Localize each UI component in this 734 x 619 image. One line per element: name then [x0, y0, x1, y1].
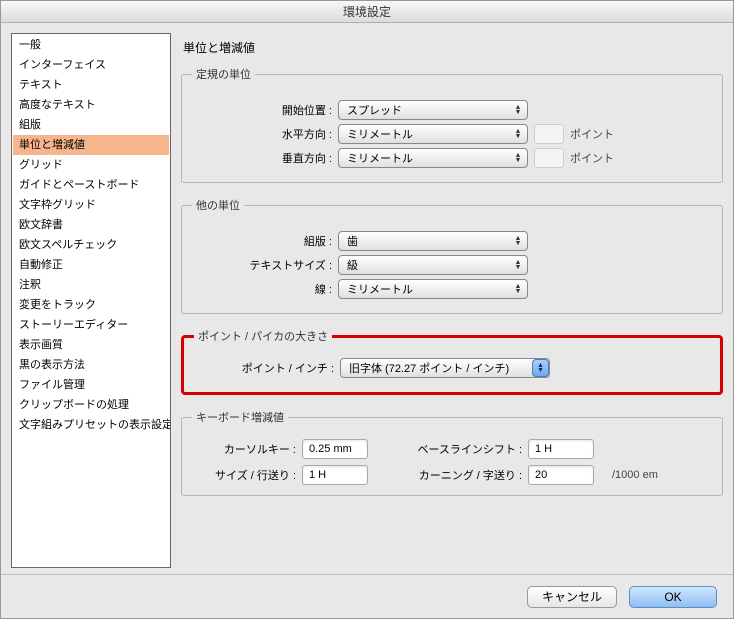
- textsize-label: テキストサイズ :: [192, 257, 332, 273]
- sidebar-item[interactable]: 組版: [13, 115, 169, 135]
- stroke-select[interactable]: ミリメートル ▲▼: [338, 279, 528, 299]
- keyboard-increments-group: キーボード増減値 カーソルキー : ベースラインシフト : サイズ / 行送り …: [181, 409, 723, 496]
- horizontal-points-input[interactable]: [534, 124, 564, 144]
- typesetting-label: 組版 :: [192, 233, 332, 249]
- origin-label: 開始位置 :: [192, 102, 332, 118]
- point-inch-select[interactable]: 旧字体 (72.27 ポイント / インチ) ▲▼: [340, 358, 550, 378]
- sidebar-item[interactable]: インターフェイス: [13, 55, 169, 75]
- sidebar-item[interactable]: ストーリーエディター: [13, 315, 169, 335]
- chevron-updown-icon: ▲▼: [511, 153, 525, 163]
- sidebar-item[interactable]: 文字枠グリッド: [13, 195, 169, 215]
- sidebar-item[interactable]: クリップボードの処理: [13, 395, 169, 415]
- sidebar-item[interactable]: 高度なテキスト: [13, 95, 169, 115]
- point-pica-group: ポイント / パイカの大きさ ポイント / インチ : 旧字体 (72.27 ポ…: [181, 328, 723, 395]
- stroke-label: 線 :: [192, 281, 332, 297]
- titlebar: 環境設定: [1, 1, 733, 23]
- horizontal-label: 水平方向 :: [192, 126, 332, 142]
- keyboard-increments-legend: キーボード増減値: [192, 409, 288, 425]
- sidebar-item[interactable]: テキスト: [13, 75, 169, 95]
- chevron-updown-icon: ▲▼: [511, 129, 525, 139]
- horizontal-select[interactable]: ミリメートル ▲▼: [338, 124, 528, 144]
- ruler-units-group: 定規の単位 開始位置 : スプレッド ▲▼ 水平方向 : ミリメートル ▲▼ ポ: [181, 66, 723, 183]
- sidebar-item[interactable]: 表示画質: [13, 335, 169, 355]
- panel-heading: 単位と増減値: [183, 39, 723, 56]
- size-leading-input[interactable]: [302, 465, 368, 485]
- vertical-suffix: ポイント: [570, 150, 614, 166]
- chevron-updown-icon: ▲▼: [532, 359, 549, 377]
- sidebar-item[interactable]: 欧文辞書: [13, 215, 169, 235]
- sidebar-item[interactable]: 一般: [13, 35, 169, 55]
- other-units-legend: 他の単位: [192, 197, 244, 213]
- chevron-updown-icon: ▲▼: [511, 260, 525, 270]
- sidebar-item[interactable]: 自動修正: [13, 255, 169, 275]
- sidebar-item[interactable]: ガイドとペーストボード: [13, 175, 169, 195]
- sidebar-item[interactable]: 変更をトラック: [13, 295, 169, 315]
- origin-select[interactable]: スプレッド ▲▼: [338, 100, 528, 120]
- sidebar-item[interactable]: ファイル管理: [13, 375, 169, 395]
- preferences-window: 環境設定 一般インターフェイステキスト高度なテキスト組版単位と増減値グリッドガイ…: [0, 0, 734, 619]
- typesetting-select[interactable]: 歯 ▲▼: [338, 231, 528, 251]
- cancel-button[interactable]: キャンセル: [527, 586, 617, 608]
- sidebar-item[interactable]: グリッド: [13, 155, 169, 175]
- ok-button[interactable]: OK: [629, 586, 717, 608]
- cursor-key-input[interactable]: [302, 439, 368, 459]
- vertical-label: 垂直方向 :: [192, 150, 332, 166]
- window-body: 一般インターフェイステキスト高度なテキスト組版単位と増減値グリッドガイドとペース…: [1, 23, 733, 574]
- size-leading-label: サイズ / 行送り :: [192, 467, 302, 483]
- dialog-footer: キャンセル OK: [1, 574, 733, 618]
- vertical-points-input[interactable]: [534, 148, 564, 168]
- settings-panel: 単位と増減値 定規の単位 開始位置 : スプレッド ▲▼ 水平方向 : ミリメー…: [181, 33, 723, 568]
- category-sidebar: 一般インターフェイステキスト高度なテキスト組版単位と増減値グリッドガイドとペース…: [11, 33, 171, 568]
- kerning-unit: /1000 em: [608, 469, 712, 481]
- point-inch-label: ポイント / インチ :: [194, 360, 334, 376]
- sidebar-item[interactable]: 黒の表示方法: [13, 355, 169, 375]
- chevron-updown-icon: ▲▼: [511, 105, 525, 115]
- chevron-updown-icon: ▲▼: [511, 236, 525, 246]
- sidebar-item[interactable]: 文字組みプリセットの表示設定: [13, 415, 169, 435]
- cursor-key-label: カーソルキー :: [192, 441, 302, 457]
- vertical-select[interactable]: ミリメートル ▲▼: [338, 148, 528, 168]
- horizontal-suffix: ポイント: [570, 126, 614, 142]
- sidebar-item[interactable]: 注釈: [13, 275, 169, 295]
- kerning-tracking-input[interactable]: [528, 465, 594, 485]
- textsize-select[interactable]: 級 ▲▼: [338, 255, 528, 275]
- baseline-shift-label: ベースラインシフト :: [382, 441, 528, 457]
- kerning-tracking-label: カーニング / 字送り :: [382, 467, 528, 483]
- window-title: 環境設定: [343, 3, 391, 20]
- other-units-group: 他の単位 組版 : 歯 ▲▼ テキストサイズ : 級 ▲▼ 線 :: [181, 197, 723, 314]
- ruler-units-legend: 定規の単位: [192, 66, 255, 82]
- baseline-shift-input[interactable]: [528, 439, 594, 459]
- chevron-updown-icon: ▲▼: [511, 284, 525, 294]
- sidebar-item[interactable]: 欧文スペルチェック: [13, 235, 169, 255]
- point-pica-legend: ポイント / パイカの大きさ: [194, 328, 332, 344]
- sidebar-item[interactable]: 単位と増減値: [13, 135, 169, 155]
